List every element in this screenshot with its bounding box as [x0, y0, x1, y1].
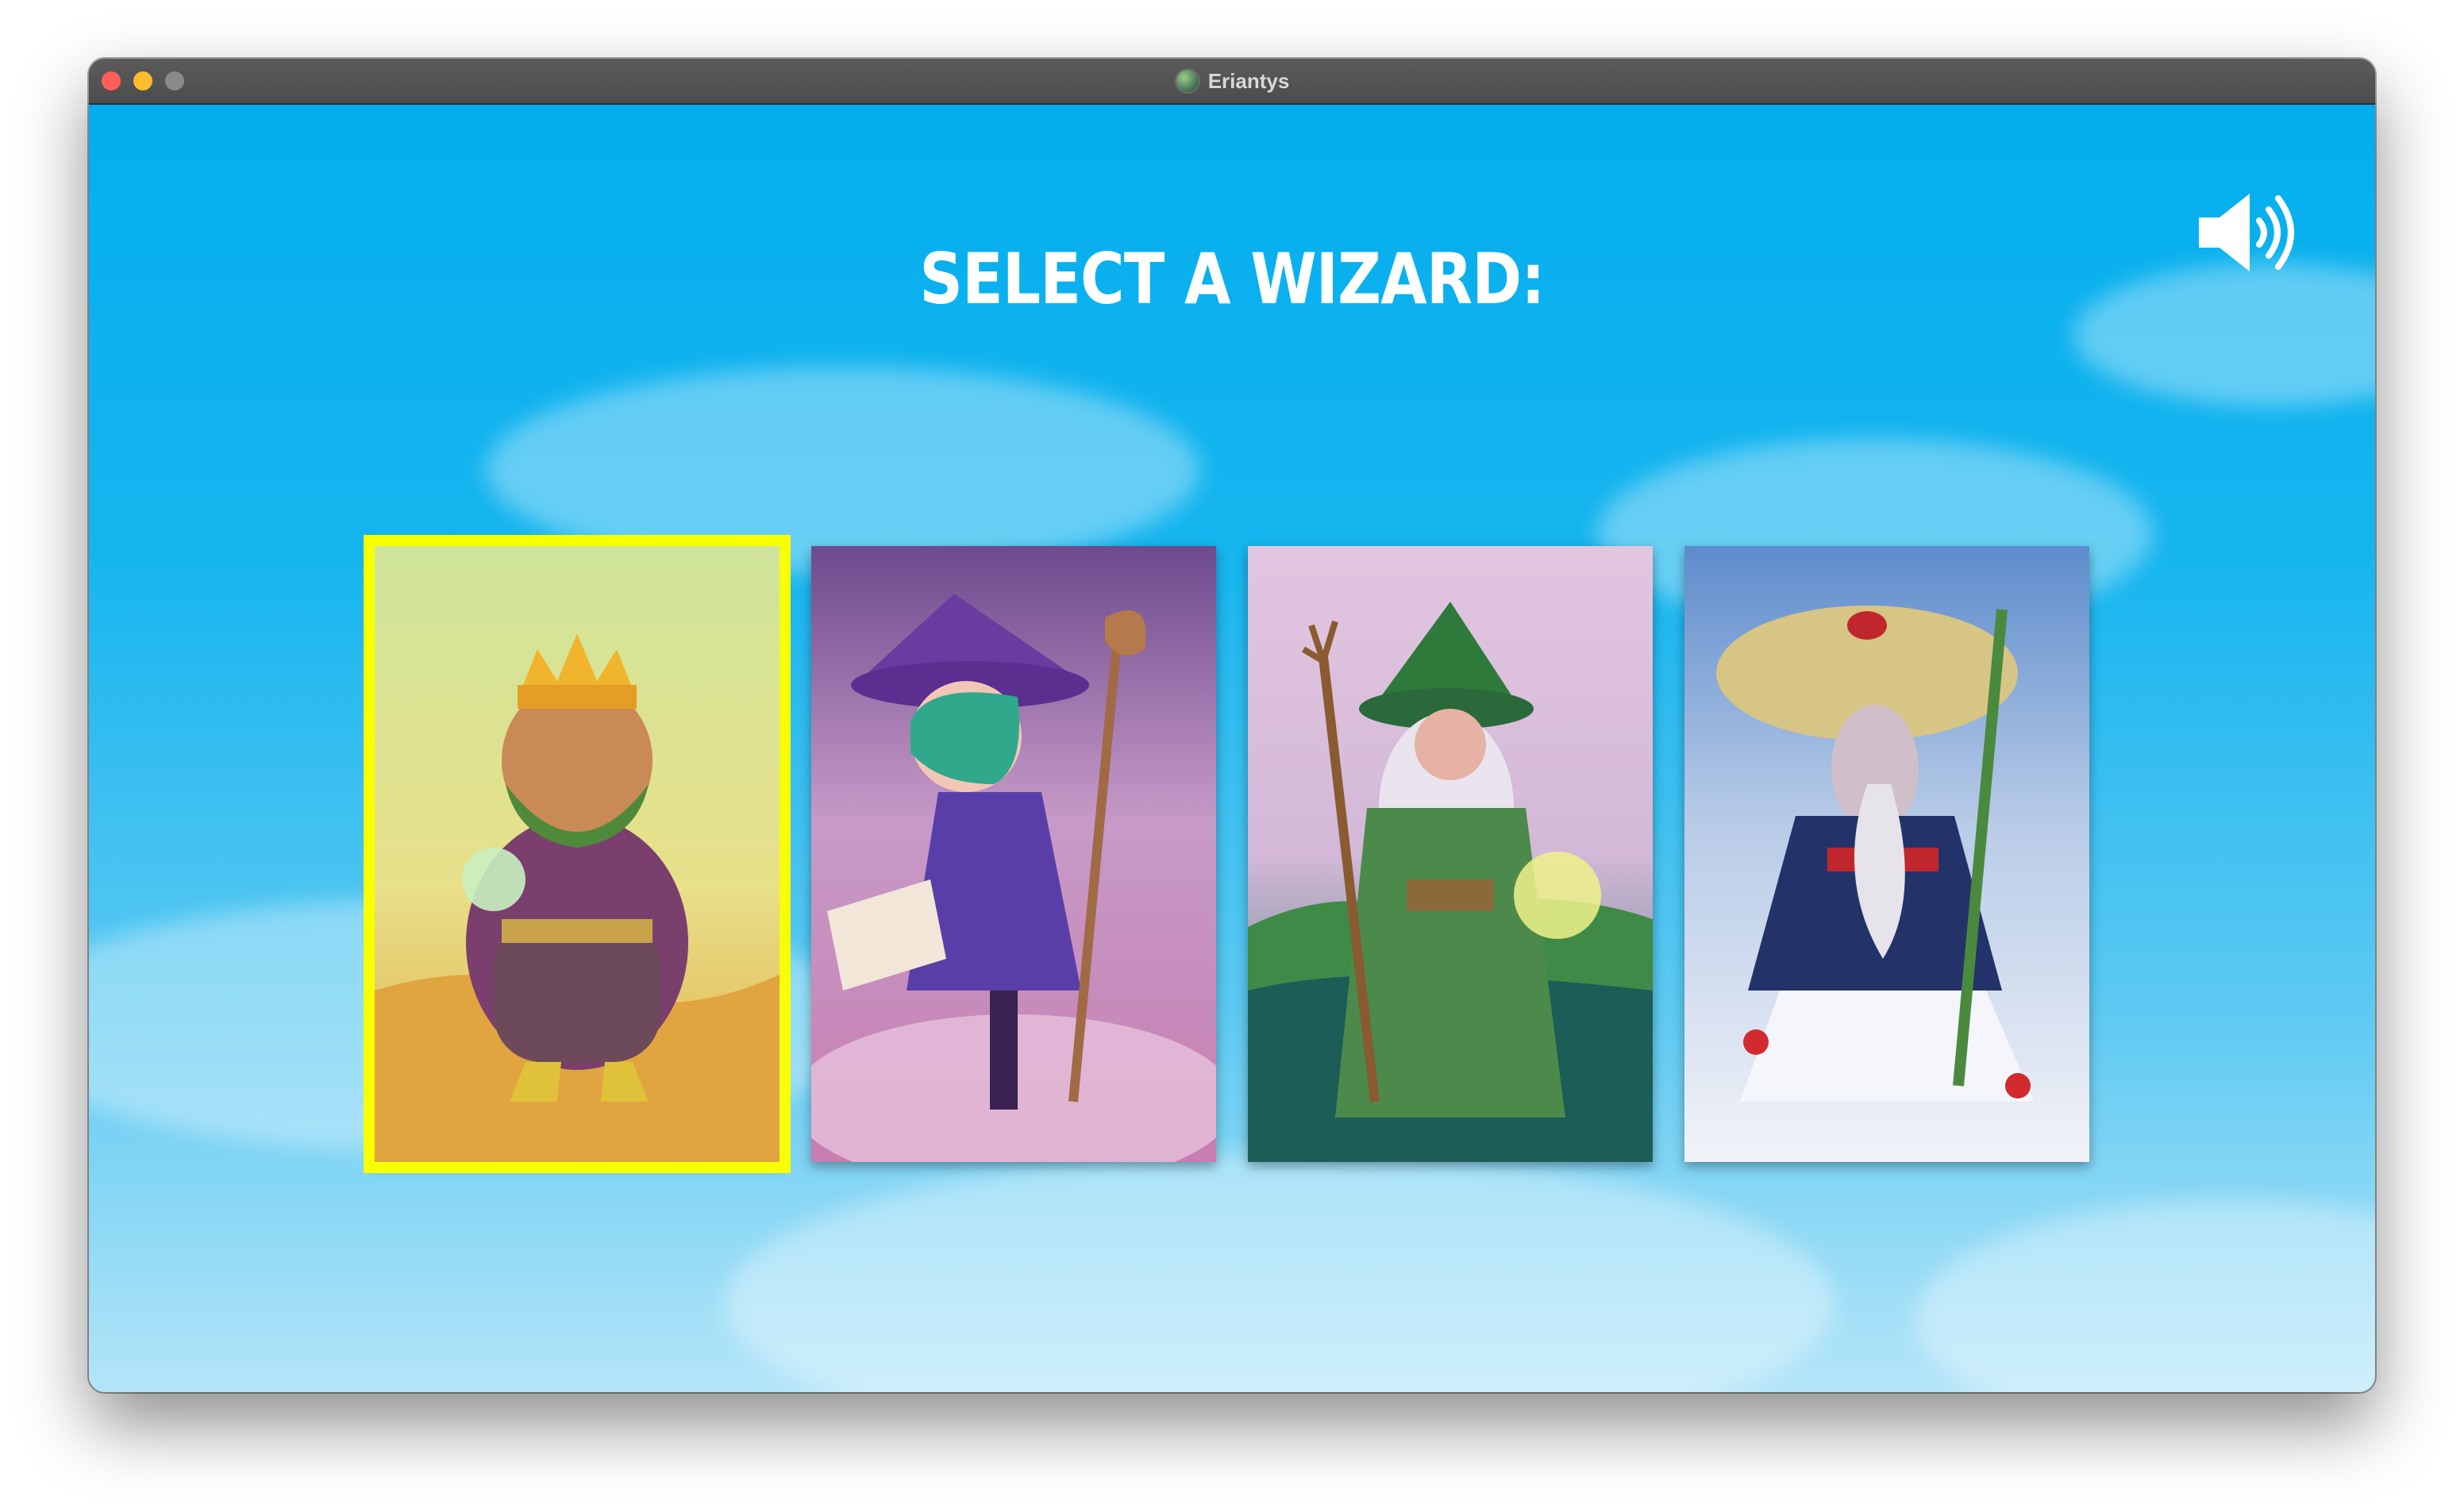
- wizard-select-screen: SELECT A WIZARD: desert-king-wizard-card…: [89, 105, 2375, 1392]
- background-cloud: [1915, 1200, 2375, 1392]
- background-cloud: [724, 1152, 1835, 1392]
- title-bar: Eriantys: [89, 59, 2375, 105]
- background-cloud: [486, 367, 1200, 573]
- wizard-card-witch[interactable]: witch-wizard-card-art: [811, 546, 1216, 1162]
- wizard-card-king[interactable]: desert-king-wizard-card-art: [364, 535, 791, 1173]
- forest-wizard-card-art: [1248, 546, 1653, 1162]
- window-title: Eriantys: [1207, 68, 1290, 93]
- page-title: SELECT A WIZARD:: [919, 238, 1545, 320]
- desktop: Eriantys SELECT A WIZARD:: [0, 0, 2464, 1508]
- desert-king-wizard-card-art: [375, 546, 780, 1162]
- wizard-card-forest[interactable]: forest-wizard-card-art: [1248, 546, 1653, 1162]
- title-wrap: Eriantys: [89, 59, 2375, 103]
- snow-sage-wizard-card-art: [1684, 546, 2089, 1162]
- app-icon: [1174, 68, 1200, 94]
- speaker-volume-icon[interactable]: [2193, 189, 2296, 276]
- wizard-card-snow[interactable]: snow-sage-wizard-card-art: [1684, 546, 2089, 1162]
- app-window: Eriantys SELECT A WIZARD:: [89, 59, 2375, 1392]
- witch-wizard-card-art: [811, 546, 1216, 1162]
